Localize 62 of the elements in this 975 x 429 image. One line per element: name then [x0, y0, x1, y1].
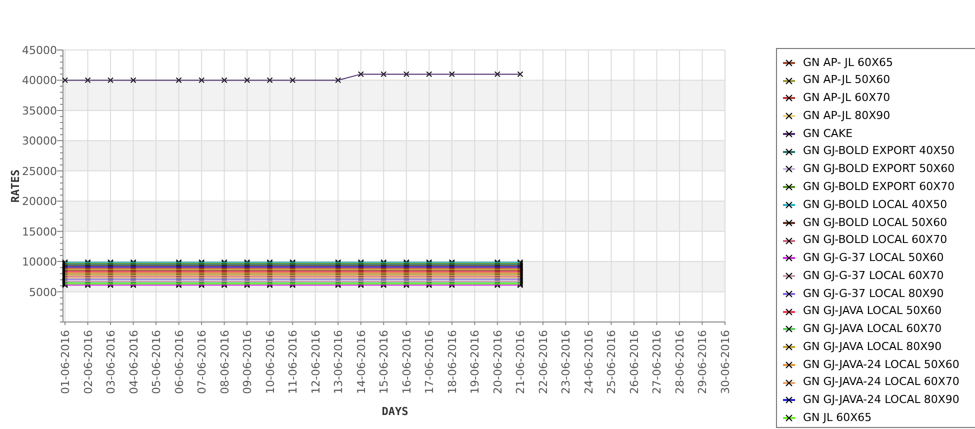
legend-label: GN GJ-BOLD EXPORT 50X60 [803, 161, 955, 178]
legend-label: GN GJ-BOLD LOCAL 60X70 [803, 232, 948, 248]
x-tick-label: 21-06-2016 [514, 330, 528, 394]
x-tick-label: 08-06-2016 [218, 330, 232, 394]
x-tick-label: 25-06-2016 [605, 330, 618, 394]
legend-label: GN GJ-BOLD LOCAL 50X60 [803, 214, 948, 231]
legend-label: GN GJ-JAVA-24 LOCAL 50X60 [803, 356, 960, 373]
y-axis-title: RATES [9, 169, 22, 203]
legend-label: GN GJ-G-37 LOCAL 80X90 [803, 286, 944, 302]
y-tick-label: 15000 [22, 225, 57, 238]
x-tick-label: 24-06-2016 [582, 330, 596, 394]
legend-label: GN GJ-JAVA LOCAL 80X90 [803, 338, 942, 355]
x-tick-label: 26-06-2016 [628, 330, 641, 394]
x-tick-label: 19-06-2016 [468, 330, 482, 394]
x-tick-label: 11-06-2016 [286, 330, 300, 394]
legend-label: GN GJ-JAVA LOCAL 60X70 [803, 321, 942, 338]
legend-label: GN AP-JL 60X70 [803, 90, 890, 106]
legend-label: GN AP-JL 50X60 [803, 72, 890, 88]
x-tick-label: 10-06-2016 [264, 330, 277, 394]
x-tick-label: 02-06-2016 [82, 330, 95, 394]
y-tick-label: 25000 [22, 164, 57, 178]
x-tick-label: 28-06-2016 [673, 330, 686, 394]
legend-label: GN GJ-BOLD LOCAL 40X50 [803, 196, 948, 213]
legend-label: GN GJ-JAVA-24 LOCAL 80X90 [803, 392, 960, 408]
y-tick-label: 30000 [22, 134, 57, 148]
x-tick-label: 06-06-2016 [172, 330, 186, 394]
x-tick-label: 20-06-2016 [491, 330, 504, 394]
x-tick-label: 04-06-2016 [127, 330, 140, 394]
y-tick-label: 35000 [22, 104, 57, 118]
x-tick-label: 17-06-2016 [423, 330, 436, 394]
x-tick-label: 23-06-2016 [560, 330, 573, 394]
legend-label: GN JL 60X65 [803, 410, 872, 426]
legend-label: GN GJ-BOLD EXPORT 40X50 [803, 143, 955, 160]
x-tick-label: 09-06-2016 [241, 330, 254, 394]
x-tick-label: 12-06-2016 [309, 330, 322, 394]
x-tick-label: 13-06-2016 [332, 330, 346, 394]
legend-label: GN AP-JL 80X90 [803, 108, 890, 124]
legend-label: GN GJ-JAVA-24 LOCAL 60X70 [803, 374, 960, 390]
legend-label: GN GJ-G-37 LOCAL 50X60 [803, 250, 944, 266]
x-tick-label: 05-06-2016 [150, 330, 164, 394]
x-tick-label: 27-06-2016 [650, 330, 664, 394]
x-tick-label: 07-06-2016 [196, 330, 209, 394]
legend-label: GN GJ-G-37 LOCAL 60X70 [803, 268, 944, 284]
x-tick-label: 30-06-2016 [719, 330, 732, 394]
y-tick-label: 45000 [22, 44, 57, 57]
x-tick-label: 01-06-2016 [59, 330, 72, 394]
y-tick-label: 5000 [29, 286, 57, 299]
y-tick-label: 10000 [22, 256, 57, 269]
x-tick-label: 03-06-2016 [104, 330, 118, 394]
y-tick-label: 20000 [22, 195, 57, 208]
x-tick-label: 16-06-2016 [400, 330, 414, 394]
x-tick-label: 14-06-2016 [354, 330, 368, 394]
x-tick-label: 22-06-2016 [536, 330, 550, 394]
x-tick-label: 29-06-2016 [696, 330, 710, 394]
x-tick-label: 18-06-2016 [446, 330, 459, 394]
legend-label: GN CAKE [803, 126, 853, 142]
legend-label: GN GJ-BOLD EXPORT 60X70 [803, 178, 955, 195]
legend-label: GN GJ-JAVA LOCAL 50X60 [803, 303, 942, 320]
x-axis-title: DAYS [382, 405, 408, 418]
x-tick-label: 15-06-2016 [378, 330, 391, 394]
legend-label: GN AP- JL 60X65 [803, 54, 894, 71]
y-tick-label: 40000 [22, 74, 57, 88]
